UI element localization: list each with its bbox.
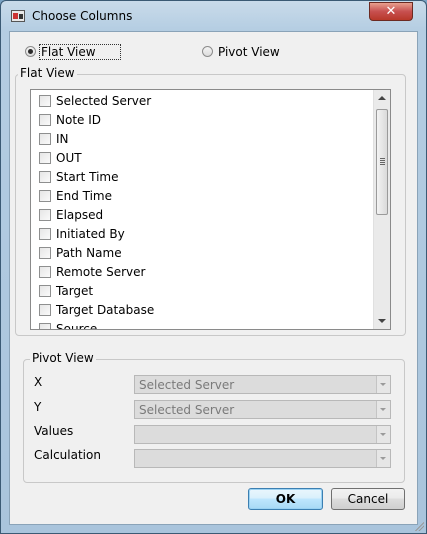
column-checkbox[interactable] [39, 190, 51, 202]
column-label: Selected Server [56, 94, 152, 108]
column-label: Path Name [56, 246, 122, 260]
flat-view-radio-label[interactable]: Flat View [41, 45, 96, 59]
column-label: Note ID [56, 113, 101, 127]
column-checkbox[interactable] [39, 304, 51, 316]
column-label: Source [56, 322, 98, 330]
app-icon [11, 10, 25, 22]
column-label: Elapsed [56, 208, 104, 222]
y-dropdown-arrow-icon[interactable] [376, 401, 390, 418]
column-checkbox[interactable] [39, 228, 51, 240]
y-select-value: Selected Server [139, 403, 235, 417]
list-scrollbar[interactable] [373, 90, 390, 329]
column-checkbox[interactable] [39, 266, 51, 278]
scroll-down-arrow-icon[interactable] [378, 319, 386, 323]
grip-icon [380, 158, 385, 165]
ok-button[interactable]: OK [248, 488, 323, 510]
y-label: Y [34, 400, 42, 414]
x-label: X [34, 375, 43, 389]
scroll-up-arrow-icon[interactable] [378, 96, 386, 100]
column-checkbox[interactable] [39, 323, 51, 329]
title-bar[interactable]: Choose Columns ✕ [1, 1, 426, 31]
pivot-view-group-title: Pivot View [30, 351, 96, 365]
column-list[interactable]: Selected Server Note ID IN OUT Start Time End… [30, 89, 391, 330]
flat-view-radio[interactable] [25, 46, 36, 57]
calculation-dropdown-arrow-icon[interactable] [376, 450, 390, 467]
flat-view-group-title: Flat View [18, 66, 77, 80]
column-checkbox[interactable] [39, 133, 51, 145]
column-label: Target Database [56, 303, 155, 317]
choose-columns-dialog: Choose Columns ✕ Flat View Pivot View Fl… [0, 0, 427, 534]
column-checkbox[interactable] [39, 114, 51, 126]
pivot-view-radio[interactable] [202, 46, 213, 57]
close-button[interactable]: ✕ [369, 2, 413, 21]
scroll-thumb[interactable] [376, 109, 388, 215]
column-checkbox[interactable] [39, 152, 51, 164]
window-title: Choose Columns [32, 9, 133, 23]
column-checkbox[interactable] [39, 95, 51, 107]
column-checkbox[interactable] [39, 247, 51, 259]
column-label: Start Time [56, 170, 119, 184]
x-dropdown-arrow-icon[interactable] [376, 376, 390, 393]
column-label: Target [56, 284, 94, 298]
x-select-value: Selected Server [139, 378, 235, 392]
resize-grip-icon[interactable] [414, 521, 424, 531]
column-checkbox[interactable] [39, 171, 51, 183]
column-checkbox[interactable] [39, 285, 51, 297]
column-label: IN [56, 132, 69, 146]
y-select[interactable]: Selected Server [134, 400, 391, 419]
values-select[interactable] [134, 425, 391, 444]
column-checkbox[interactable] [39, 209, 51, 221]
column-label: End Time [56, 189, 112, 203]
cancel-button[interactable]: Cancel [331, 488, 405, 510]
calculation-select[interactable] [134, 449, 391, 468]
column-label: OUT [56, 151, 82, 165]
column-label: Initiated By [56, 227, 125, 241]
x-select[interactable]: Selected Server [134, 375, 391, 394]
column-label: Remote Server [56, 265, 146, 279]
calculation-label: Calculation [34, 448, 101, 462]
values-dropdown-arrow-icon[interactable] [376, 426, 390, 443]
values-label: Values [34, 424, 74, 438]
pivot-view-radio-label[interactable]: Pivot View [218, 45, 280, 59]
